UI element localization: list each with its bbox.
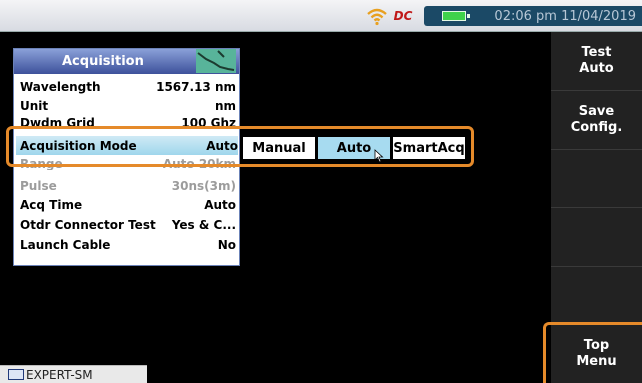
module-tab-label: EXPERT-SM xyxy=(26,367,93,382)
acq-time-value: Auto xyxy=(204,197,236,212)
range-label: Range xyxy=(20,158,63,170)
acquisition-mode-options: Manual Auto SmartAcq xyxy=(243,137,465,159)
mouse-cursor-icon xyxy=(374,149,384,163)
option-manual[interactable]: Manual xyxy=(243,137,315,159)
range-value: Auto 20km xyxy=(162,158,236,170)
module-tab[interactable]: EXPERT-SM xyxy=(0,365,147,383)
unit-row[interactable]: Unit nm xyxy=(20,96,236,115)
acquisition-mode-row[interactable]: Acquisition Mode Auto xyxy=(16,136,238,155)
dc-power-icon: DC xyxy=(393,9,413,23)
option-smartacq[interactable]: SmartAcq xyxy=(393,137,465,159)
range-row: Range Auto 20km xyxy=(20,158,236,170)
acq-time-row[interactable]: Acq Time Auto xyxy=(20,195,236,214)
dwdm-grid-label: Dwdm Grid xyxy=(20,116,95,127)
acquisition-mode-label: Acquisition Mode xyxy=(20,138,137,153)
wifi-icon xyxy=(366,8,387,26)
otdr-connector-test-label: Otdr Connector Test xyxy=(20,217,156,232)
module-icon xyxy=(8,369,24,380)
test-auto-button[interactable]: Test Auto xyxy=(551,32,642,90)
clock: 02:06 pm 11/04/2019 xyxy=(482,6,642,26)
pulse-label: Pulse xyxy=(20,178,57,193)
launch-cable-row[interactable]: Launch Cable No xyxy=(20,235,236,254)
acquisition-menu: Acquisition Wavelength 1567.13 nm Unit n… xyxy=(13,48,240,266)
otdr-connector-test-row[interactable]: Otdr Connector Test Yes & C... xyxy=(20,215,236,234)
wavelength-label: Wavelength xyxy=(20,79,101,94)
save-config-button[interactable]: Save Config. xyxy=(551,90,642,148)
unit-value: nm xyxy=(214,98,236,113)
launch-cable-value: No xyxy=(217,237,236,252)
wavelength-value: 1567.13 nm xyxy=(156,79,236,94)
wavelength-row[interactable]: Wavelength 1567.13 nm xyxy=(20,77,236,96)
status-bar: DC 02:06 pm 11/04/2019 xyxy=(0,0,642,32)
pulse-row: Pulse 30ns(3m) xyxy=(20,176,236,195)
softkey-3[interactable] xyxy=(551,149,642,207)
pulse-value: 30ns(3m) xyxy=(171,178,236,193)
dwdm-grid-row[interactable]: Dwdm Grid 100 Ghz xyxy=(20,115,236,127)
dwdm-grid-value: 100 Ghz xyxy=(181,116,236,127)
battery-icon xyxy=(424,6,483,26)
otdr-trace-icon xyxy=(196,49,236,73)
acquisition-mode-value: Auto xyxy=(206,138,238,153)
softkey-panel: Test Auto Save Config. Top Menu xyxy=(551,32,642,383)
softkey-4[interactable] xyxy=(551,207,642,265)
launch-cable-label: Launch Cable xyxy=(20,237,111,252)
top-menu-button[interactable]: Top Menu xyxy=(551,324,642,382)
otdr-connector-test-value: Yes & C... xyxy=(171,217,236,232)
unit-label: Unit xyxy=(20,98,49,113)
acq-time-label: Acq Time xyxy=(20,197,83,212)
softkey-5[interactable] xyxy=(551,266,642,324)
status-icons: DC 02:06 pm 11/04/2019 xyxy=(366,0,642,32)
